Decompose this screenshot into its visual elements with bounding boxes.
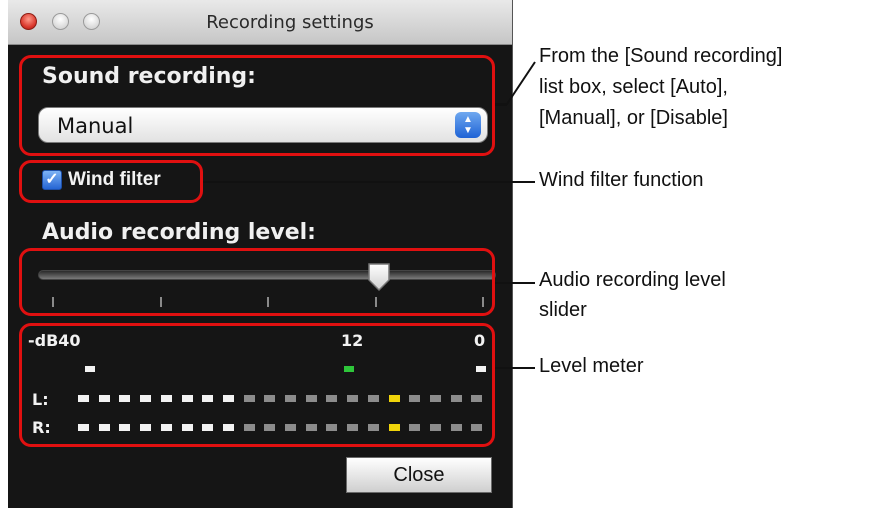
window-title: Recording settings [206, 12, 374, 33]
audio-level-label: Audio recording level: [42, 220, 316, 245]
leader-line-sound [495, 61, 536, 105]
annotation-slider-2: slider [539, 299, 587, 321]
annotation-wind: Wind filter function [539, 169, 704, 191]
close-button[interactable]: Close [346, 457, 492, 493]
annotation-sound-3: [Manual], or [Disable] [539, 107, 728, 129]
callout-sound-recording [19, 55, 495, 156]
leader-line [495, 367, 535, 369]
annotation-meter: Level meter [539, 355, 644, 377]
leader-line [495, 282, 535, 284]
annotation-sound-2: list box, select [Auto], [539, 76, 728, 98]
callout-slider [19, 248, 495, 316]
callout-wind-filter [19, 160, 203, 203]
annotation-sound-1: From the [Sound recording] [539, 45, 783, 67]
annotation-slider-1: Audio recording level [539, 269, 726, 291]
leader-line [203, 181, 535, 183]
callout-level-meter [19, 323, 495, 447]
title-bar[interactable]: Recording settings [8, 0, 512, 45]
